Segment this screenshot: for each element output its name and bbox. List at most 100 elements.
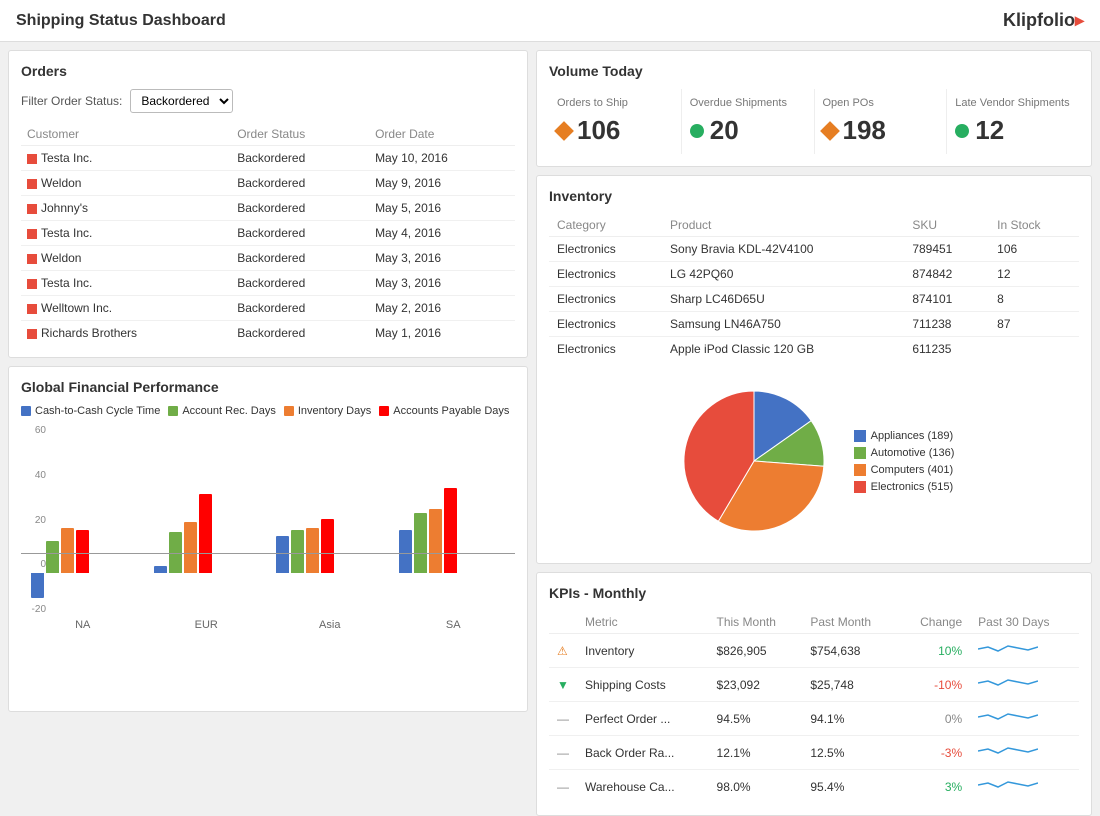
col-order-date: Order Date xyxy=(369,123,515,146)
volume-title: Volume Today xyxy=(549,63,1079,79)
pie-section: Appliances (189) Automotive (136) Computer… xyxy=(549,371,1079,551)
status-dot xyxy=(27,154,37,164)
sparkline xyxy=(978,673,1038,693)
pie-color xyxy=(854,430,866,442)
brand-logo: Klipfolio▸ xyxy=(1003,10,1084,31)
pie-legend-item: Automotive (136) xyxy=(854,447,955,459)
sparkline xyxy=(978,741,1038,761)
volume-metric: Overdue Shipments 20 xyxy=(682,89,815,154)
pie-legend: Appliances (189) Automotive (136) Computer… xyxy=(854,430,955,493)
metric-value: 12 xyxy=(955,115,1071,146)
volume-metrics: Orders to Ship 106 Overdue Shipments 20 … xyxy=(549,89,1079,154)
bar-group xyxy=(154,445,261,615)
legend-dot xyxy=(284,406,294,416)
table-row: Electronics LG 42PQ60 874842 12 xyxy=(549,262,1079,287)
orders-table: Customer Order Status Order Date Testa I… xyxy=(21,123,515,345)
status-dot xyxy=(27,179,37,189)
table-row: ⚠ Inventory $826,905 $754,638 10% xyxy=(549,634,1079,668)
bar-group xyxy=(31,445,138,615)
dash-icon: — xyxy=(557,712,569,726)
status-dot xyxy=(27,254,37,264)
pie-legend-item: Electronics (515) xyxy=(854,481,955,493)
metric-label: Orders to Ship xyxy=(557,97,673,109)
pie-color xyxy=(854,447,866,459)
metric-value: 106 xyxy=(557,115,673,146)
pie-color xyxy=(854,481,866,493)
metric-value: 20 xyxy=(690,115,806,146)
gfp-panel: Global Financial Performance Cash-to-Cas… xyxy=(8,366,528,712)
bar xyxy=(76,530,89,573)
warning-icon: ⚠ xyxy=(557,644,568,658)
dash-icon: — xyxy=(557,780,569,794)
bar xyxy=(429,509,442,573)
sparkline xyxy=(978,707,1038,727)
bar xyxy=(306,528,319,573)
app-header: Shipping Status Dashboard Klipfolio▸ xyxy=(0,0,1100,42)
bar xyxy=(46,541,59,573)
table-row: Weldon Backordered May 9, 2016 xyxy=(21,171,515,196)
legend-dot xyxy=(168,406,178,416)
table-row: Weldon Backordered May 3, 2016 xyxy=(21,246,515,271)
table-row: Richards Brothers Backordered May 1, 201… xyxy=(21,321,515,346)
status-dot xyxy=(27,204,37,214)
metric-value: 198 xyxy=(823,115,939,146)
bar xyxy=(184,522,197,573)
bar xyxy=(154,566,167,572)
status-dot xyxy=(27,229,37,239)
gfp-legend: Cash-to-Cash Cycle TimeAccount Rec. Days… xyxy=(21,405,515,417)
sparkline xyxy=(978,639,1038,659)
bar-group xyxy=(276,445,383,615)
pie-legend-item: Appliances (189) xyxy=(854,430,955,442)
bar-chart-area: 60 40 20 0 -20 NAEURAsiaSA xyxy=(21,425,515,645)
table-row: Electronics Sharp LC46D65U 874101 8 xyxy=(549,287,1079,312)
metric-label: Late Vendor Shipments xyxy=(955,97,1071,109)
table-row: Electronics Sony Bravia KDL-42V4100 7894… xyxy=(549,237,1079,262)
bar xyxy=(321,519,334,572)
circle-icon xyxy=(955,124,969,138)
x-axis-labels: NAEURAsiaSA xyxy=(21,619,515,631)
legend-dot xyxy=(379,406,389,416)
kpis-table: Metric This Month Past Month Change Past… xyxy=(549,611,1079,803)
volume-metric: Open POs 198 xyxy=(815,89,948,154)
volume-metric: Orders to Ship 106 xyxy=(549,89,682,154)
orders-panel: Orders Filter Order Status: Backordered … xyxy=(8,50,528,358)
app-title: Shipping Status Dashboard xyxy=(16,12,226,30)
bar xyxy=(199,494,212,573)
filter-order-status[interactable]: Backordered Shipped Pending xyxy=(130,89,233,113)
legend-dot xyxy=(21,406,31,416)
metric-label: Overdue Shipments xyxy=(690,97,806,109)
table-row: Testa Inc. Backordered May 10, 2016 xyxy=(21,146,515,171)
bar xyxy=(291,530,304,573)
status-dot xyxy=(27,329,37,339)
bar xyxy=(61,528,74,573)
pie-legend-item: Computers (401) xyxy=(854,464,955,476)
bar-chart xyxy=(21,425,515,615)
col-customer: Customer xyxy=(21,123,231,146)
legend-item: Inventory Days xyxy=(284,405,371,417)
diamond-icon xyxy=(554,121,574,141)
table-row: Johnny's Backordered May 5, 2016 xyxy=(21,196,515,221)
table-row: — Back Order Ra... 12.1% 12.5% -3% xyxy=(549,736,1079,770)
bar xyxy=(399,530,412,573)
table-row: Testa Inc. Backordered May 4, 2016 xyxy=(21,221,515,246)
volume-panel: Volume Today Orders to Ship 106 Overdue … xyxy=(536,50,1092,167)
status-dot xyxy=(27,304,37,314)
col-order-status: Order Status xyxy=(231,123,369,146)
inventory-panel: Inventory Category Product SKU In Stock … xyxy=(536,175,1092,564)
table-row: — Perfect Order ... 94.5% 94.1% 0% xyxy=(549,702,1079,736)
bar xyxy=(444,488,457,573)
diamond-icon xyxy=(820,121,840,141)
zero-line xyxy=(21,553,515,554)
metric-label: Open POs xyxy=(823,97,939,109)
kpis-panel: KPIs - Monthly Metric This Month Past Mo… xyxy=(536,572,1092,816)
table-row: ▼ Shipping Costs $23,092 $25,748 -10% xyxy=(549,668,1079,702)
pie-chart xyxy=(674,381,834,541)
volume-metric: Late Vendor Shipments 12 xyxy=(947,89,1079,154)
table-row: Welltown Inc. Backordered May 2, 2016 xyxy=(21,296,515,321)
legend-item: Cash-to-Cash Cycle Time xyxy=(21,405,160,417)
sparkline xyxy=(978,775,1038,795)
inventory-title: Inventory xyxy=(549,188,1079,204)
inventory-table: Category Product SKU In Stock Electronic… xyxy=(549,214,1079,361)
pie-color xyxy=(854,464,866,476)
table-row: Testa Inc. Backordered May 3, 2016 xyxy=(21,271,515,296)
